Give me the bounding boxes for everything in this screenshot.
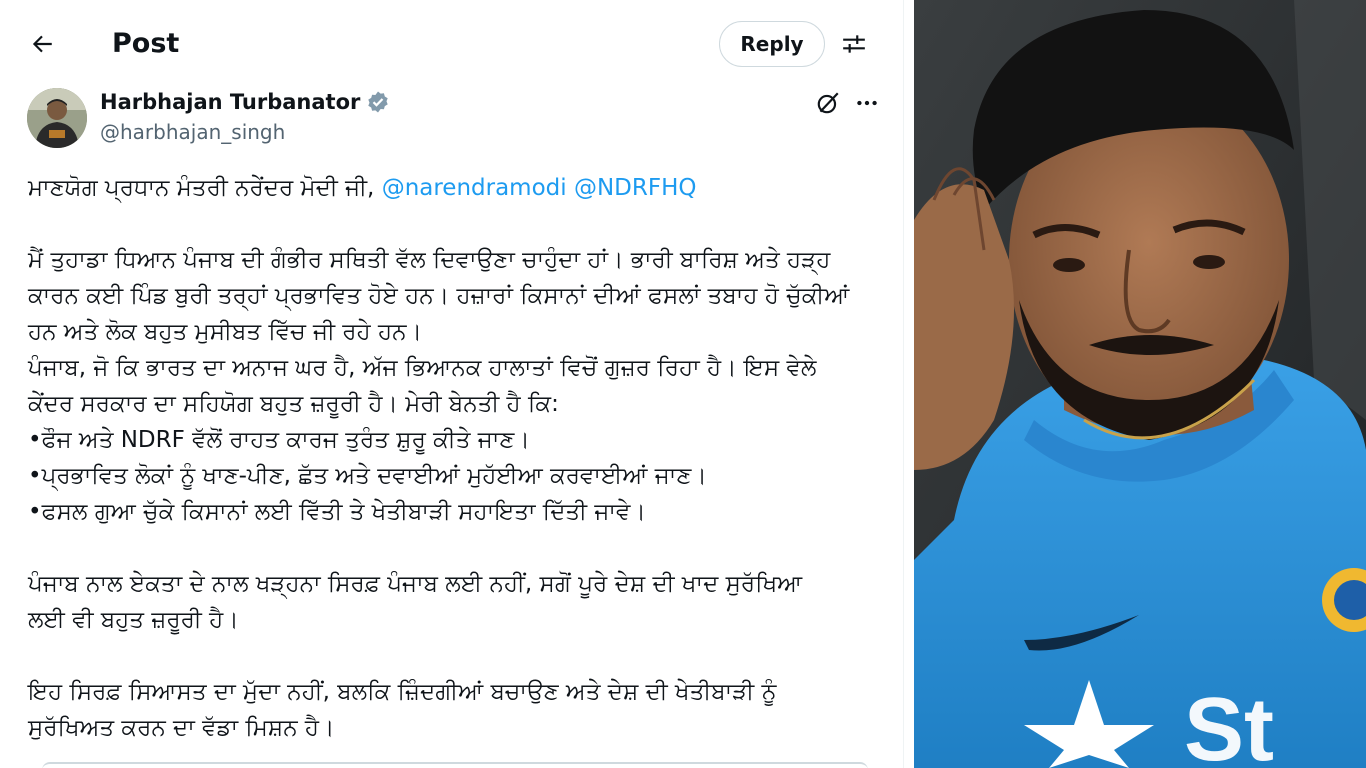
bullet-line: •ਫੌਜ ਅਤੇ NDRF ਵੱਲੋਂ ਰਾਹਤ ਕਾਰਜ ਤੁਰੰਤ ਸ਼ੁਰ… — [28, 427, 530, 453]
grok-icon — [817, 92, 839, 114]
svg-text:St: St — [1184, 680, 1274, 768]
post-line: ਲਈ ਵੀ ਬਹੁਤ ਜ਼ਰੂਰੀ ਹੈ। — [28, 607, 239, 633]
post-line: ਮਾਣਯੋਗ ਪ੍ਰਧਾਨ ਮੰਤਰੀ ਨਰੇਂਦਰ ਮੋਦੀ ਜੀ, @nar… — [28, 170, 878, 206]
avatar[interactable] — [27, 88, 87, 148]
sliders-icon — [843, 35, 865, 53]
post-line: ਪੰਜਾਬ ਨਾਲ ਏਕਤਾ ਦੇ ਨਾਲ ਖੜ੍ਹਨਾ ਸਿਰਫ਼ ਪੰਜਾਬ… — [28, 571, 803, 597]
bullet-line: •ਪ੍ਰਭਾਵਿਤ ਲੋਕਾਂ ਨੂੰ ਖਾਣ-ਪੀਣ, ਛੱਤ ਅਤੇ ਦਵਾ… — [28, 463, 707, 489]
post-line: ਸੁਰੱਖਿਅਤ ਕਰਨ ਦਾ ਵੱਡਾ ਮਿਸ਼ਨ ਹੈ। — [28, 715, 335, 741]
settings-button[interactable] — [836, 26, 872, 62]
author-handle[interactable]: @harbhajan_singh — [100, 118, 285, 146]
player-photo: St — [914, 0, 1366, 768]
author-name[interactable]: Harbhajan Turbanator — [100, 88, 390, 116]
mention-link[interactable]: @narendramodi — [382, 175, 567, 201]
image-gap — [904, 0, 914, 768]
post-text: ਮਾਣਯੋਗ ਪ੍ਰਧਾਨ ਮੰਤਰੀ ਨਰੇਂਦਰ ਮੋਦੀ ਜੀ, @nar… — [28, 170, 878, 746]
back-button[interactable] — [24, 26, 60, 62]
bullet-line: •ਫਸਲ ਗੁਆ ਚੁੱਕੇ ਕਿਸਾਨਾਂ ਲਈ ਵਿੱਤੀ ਤੇ ਖੇਤੀਬ… — [28, 499, 646, 525]
more-horizontal-icon — [857, 100, 877, 106]
more-button[interactable] — [852, 86, 882, 120]
post-panel: Post Reply Harbhajan Turbanator @harbhaj… — [0, 0, 910, 768]
grok-button[interactable] — [811, 86, 845, 120]
post-line: ਹਨ ਅਤੇ ਲੋਕ ਬਹੁਤ ਮੁਸੀਬਤ ਵਿੱਚ ਜੀ ਰਹੇ ਹਨ। — [28, 319, 422, 345]
post-line: ਪੰਜਾਬ, ਜੋ ਕਿ ਭਾਰਤ ਦਾ ਅਨਾਜ ਘਰ ਹੈ, ਅੱਜ ਭਿਆ… — [28, 355, 817, 381]
post-line: ਕਾਰਨ ਕਈ ਪਿੰਡ ਬੁਰੀ ਤਰ੍ਹਾਂ ਪ੍ਰਭਾਵਿਤ ਹੋਏ ਹਨ… — [28, 283, 850, 309]
reply-button[interactable]: Reply — [719, 21, 825, 67]
post-line: ਕੇਂਦਰ ਸਰਕਾਰ ਦਾ ਸਹਿਯੋਗ ਬਹੁਤ ਜ਼ਰੂਰੀ ਹੈ। ਮੇ… — [28, 391, 559, 417]
post-line: ਮੈਂ ਤੁਹਾਡਾ ਧਿਆਨ ਪੰਜਾਬ ਦੀ ਗੰਭੀਰ ਸਥਿਤੀ ਵੱਲ… — [28, 247, 831, 273]
author-name-text[interactable]: Harbhajan Turbanator — [100, 88, 360, 116]
verified-badge-icon — [366, 90, 390, 114]
page-title: Post — [112, 28, 180, 59]
media-card-edge — [42, 762, 868, 768]
mention-link[interactable]: @NDRFHQ — [574, 175, 697, 201]
post-line: ਇਹ ਸਿਰਫ਼ ਸਿਆਸਤ ਦਾ ਮੁੱਦਾ ਨਹੀਂ, ਬਲਕਿ ਜ਼ਿੰਦ… — [28, 679, 777, 705]
post-line-text: ਮਾਣਯੋਗ ਪ੍ਰਧਾਨ ਮੰਤਰੀ ਨਰੇਂਦਰ ਮੋਦੀ ਜੀ, — [28, 175, 382, 201]
arrow-left-icon — [32, 35, 52, 53]
